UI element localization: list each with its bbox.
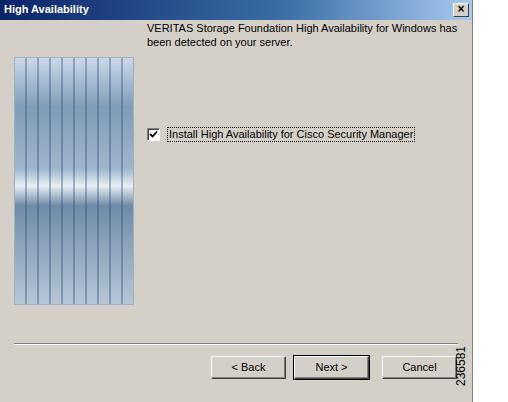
margin-strip: 236581 bbox=[473, 0, 508, 402]
screen: High Availability × VERITAS Storage Founda… bbox=[0, 0, 508, 402]
button-label[interactable]: Next > bbox=[315, 361, 347, 375]
install-option[interactable]: Install High Availability for Cisco Secu… bbox=[147, 128, 465, 142]
dialog-window: High Availability × VERITAS Storage Founda… bbox=[0, 0, 473, 402]
figure-id: 236581 bbox=[455, 346, 508, 386]
dialog-button[interactable]: < Back bbox=[211, 356, 286, 379]
server-room-photo bbox=[14, 57, 134, 305]
button-bar: < Back Next > Cancel bbox=[0, 345, 472, 379]
separator bbox=[14, 343, 458, 345]
install-checkbox[interactable] bbox=[147, 128, 160, 141]
button-label[interactable]: Cancel bbox=[402, 361, 436, 375]
install-option-label[interactable]: Install High Availability for Cisco Secu… bbox=[168, 128, 414, 142]
button-label[interactable]: < Back bbox=[232, 361, 266, 375]
check-icon bbox=[149, 130, 158, 139]
dialog-content: VERITAS Storage Foundation High Availabi… bbox=[147, 20, 465, 343]
dialog-body: VERITAS Storage Foundation High Availabi… bbox=[0, 20, 472, 343]
dialog-button[interactable]: Next > bbox=[294, 356, 369, 379]
dialog-button[interactable]: Cancel bbox=[382, 356, 457, 379]
detected-message: VERITAS Storage Foundation High Availabi… bbox=[147, 22, 465, 50]
title-bar: High Availability × bbox=[0, 0, 472, 20]
close-button[interactable]: × bbox=[453, 3, 469, 17]
window-title: High Availability bbox=[4, 3, 89, 17]
